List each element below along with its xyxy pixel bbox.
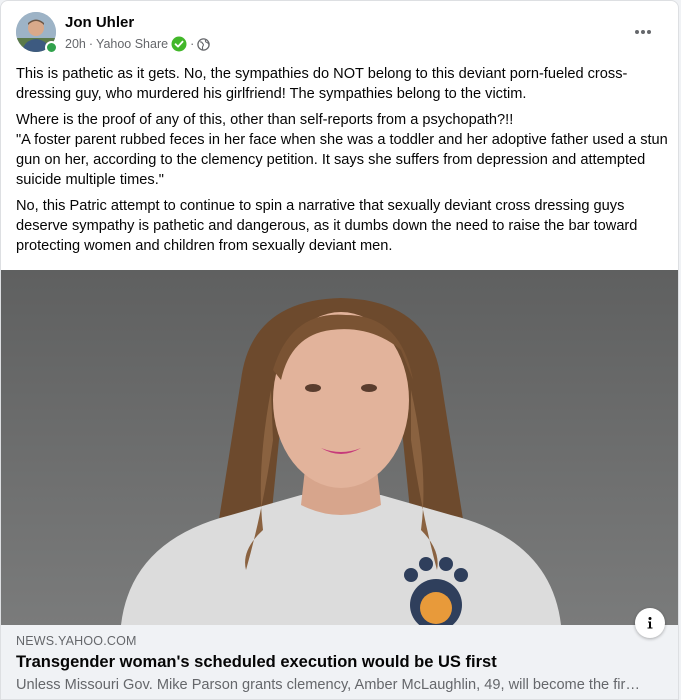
- share-source[interactable]: Yahoo Share: [96, 37, 168, 51]
- link-domain: NEWS.YAHOO.COM: [16, 634, 137, 648]
- post-meta: 20h · Yahoo Share ·: [65, 36, 210, 52]
- link-preview[interactable]: NEWS.YAHOO.COM Transgender woman's sched…: [1, 625, 678, 699]
- link-title[interactable]: Transgender woman's scheduled execution …: [16, 653, 497, 672]
- link-preview-image[interactable]: [1, 270, 678, 625]
- post-time[interactable]: 20h: [65, 37, 86, 51]
- author-name[interactable]: Jon Uhler: [65, 14, 134, 31]
- post-paragraph: This is pathetic as it gets. No, the sym…: [16, 66, 628, 102]
- post-card: Jon Uhler 20h · Yahoo Share · This is pa…: [0, 0, 679, 700]
- post-header: Jon Uhler 20h · Yahoo Share ·: [16, 12, 663, 56]
- online-status-dot: [45, 41, 58, 54]
- post-paragraph: Where is the proof of any of this, other…: [16, 112, 514, 128]
- info-icon[interactable]: [635, 608, 665, 638]
- more-options-icon[interactable]: [631, 20, 655, 44]
- verified-badge-icon: [171, 36, 187, 52]
- post-paragraph: No, this Patric attempt to continue to s…: [16, 198, 638, 254]
- meta-separator: ·: [88, 37, 94, 51]
- post-text: This is pathetic as it gets. No, the sym…: [16, 64, 671, 262]
- globe-icon[interactable]: [197, 37, 210, 51]
- meta-separator: ·: [190, 37, 195, 51]
- link-description: Unless Missouri Gov. Mike Parson grants …: [16, 677, 646, 693]
- post-paragraph: "A foster parent rubbed feces in her fac…: [16, 132, 668, 188]
